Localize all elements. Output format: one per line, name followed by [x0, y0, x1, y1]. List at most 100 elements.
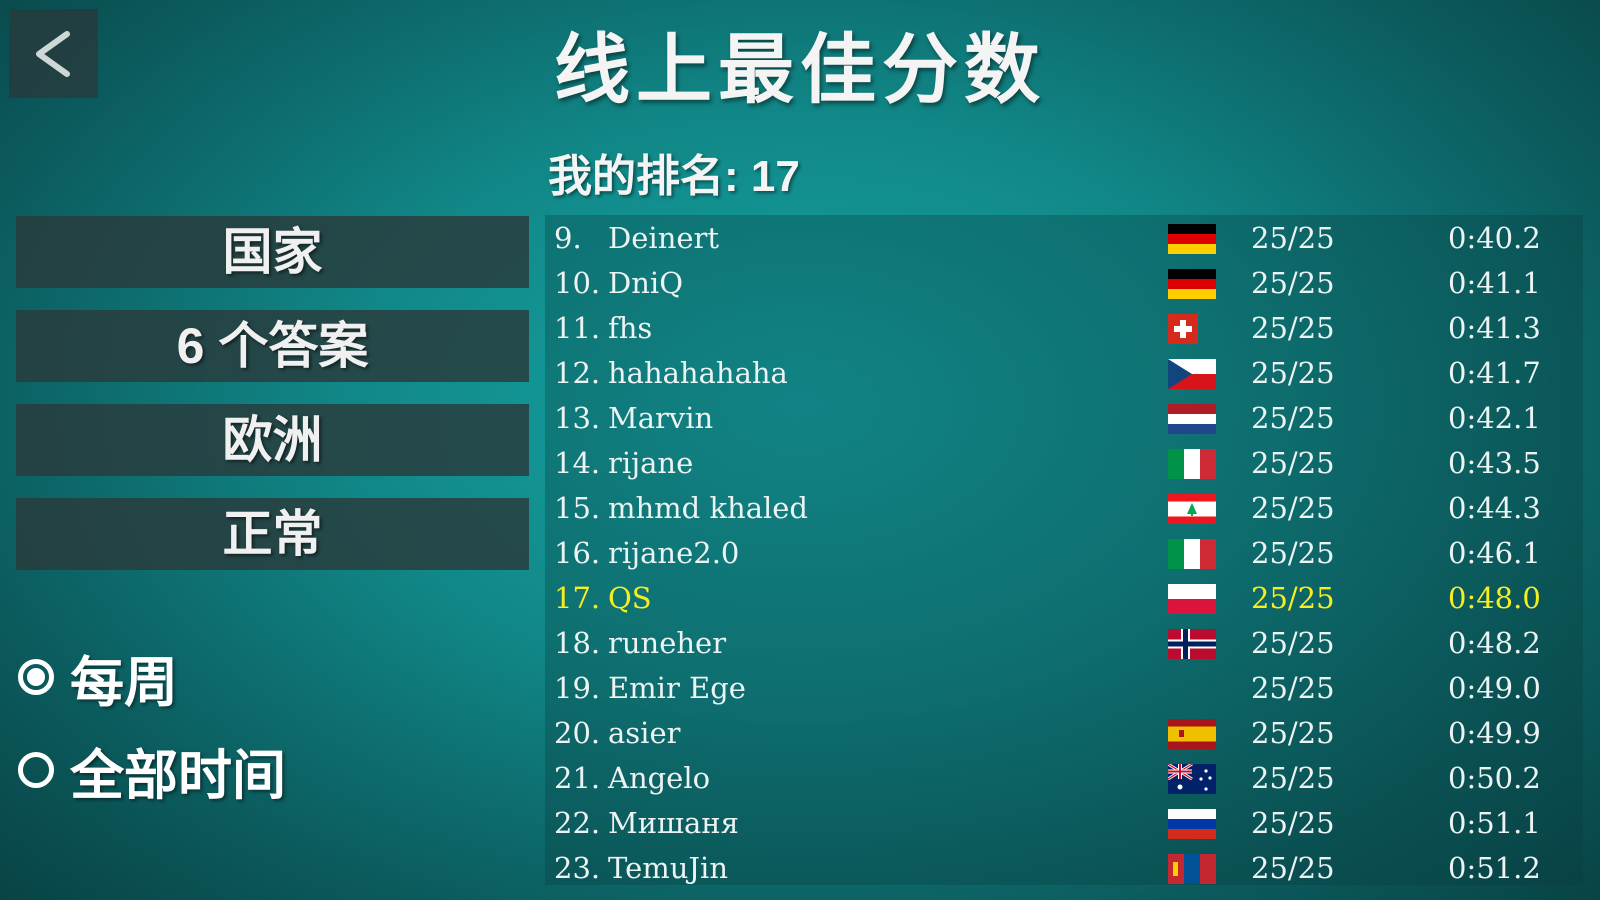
leaderboard-row: 21. Angelo 25/25 0:50.2 [545, 755, 1583, 800]
row-time: 0:44.3 [1448, 491, 1541, 525]
row-rank: 14. [554, 446, 601, 480]
italy-flag-icon [1168, 449, 1216, 479]
leaderboard-row: 17. QS 25/25 0:48.0 [545, 575, 1583, 620]
australia-flag-icon [1168, 764, 1216, 794]
leaderboard-row: 16. rijane2.0 25/25 0:46.1 [545, 530, 1583, 575]
row-score: 25/25 [1251, 221, 1335, 255]
leaderboard-row: 20. asier 25/25 0:49.9 [545, 710, 1583, 755]
row-player-name: fhs [608, 311, 653, 345]
my-rank-label: 我的排名: [548, 152, 739, 201]
row-score: 25/25 [1251, 626, 1335, 660]
row-score: 25/25 [1251, 356, 1335, 390]
row-rank: 13. [554, 401, 601, 435]
netherlands-flag-icon [1168, 404, 1216, 434]
row-time: 0:41.1 [1448, 266, 1541, 300]
leaderboard-row: 13. Marvin 25/25 0:42.1 [545, 395, 1583, 440]
row-player-name: rijane2.0 [608, 536, 740, 570]
row-time: 0:40.2 [1448, 221, 1541, 255]
row-time: 0:41.7 [1448, 356, 1541, 390]
leaderboard-row: 12. hahahahaha 25/25 0:41.7 [545, 350, 1583, 395]
leaderboard-row: 18. runeher 25/25 0:48.2 [545, 620, 1583, 665]
row-score: 25/25 [1251, 266, 1335, 300]
leaderboard-row: 14. rijane 25/25 0:43.5 [545, 440, 1583, 485]
radio-unselected-icon [18, 752, 54, 788]
row-score: 25/25 [1251, 311, 1335, 345]
row-rank: 16. [554, 536, 601, 570]
row-score: 25/25 [1251, 446, 1335, 480]
row-time: 0:43.5 [1448, 446, 1541, 480]
row-score: 25/25 [1251, 491, 1335, 525]
row-player-name: DniQ [608, 266, 683, 300]
lebanon-flag-icon [1168, 494, 1216, 524]
row-player-name: runeher [608, 626, 727, 660]
row-time: 0:46.1 [1448, 536, 1541, 570]
filter-region-button[interactable]: 欧洲 [16, 404, 529, 476]
radio-all-time-label: 全部时间 [70, 745, 286, 806]
row-player-name: mhmd khaled [608, 491, 808, 525]
row-time: 0:48.2 [1448, 626, 1541, 660]
row-time: 0:50.2 [1448, 761, 1541, 795]
leaderboard-row: 22. Мишаня 25/25 0:51.1 [545, 800, 1583, 845]
my-rank-value: 17 [750, 152, 800, 201]
row-rank: 20. [554, 716, 601, 750]
radio-weekly-label: 每周 [70, 652, 178, 713]
row-time: 0:41.3 [1448, 311, 1541, 345]
row-player-name: hahahahaha [608, 356, 788, 390]
leaderboard-row: 15. mhmd khaled 25/25 0:44.3 [545, 485, 1583, 530]
radio-all-time[interactable]: 全部时间 [18, 738, 286, 806]
row-player-name: rijane [608, 446, 694, 480]
row-player-name: Angelo [608, 761, 711, 795]
leaderboard-row: 9. Deinert 25/25 0:40.2 [545, 215, 1583, 260]
row-rank: 9. [554, 221, 582, 255]
row-score: 25/25 [1251, 761, 1335, 795]
row-rank: 15. [554, 491, 601, 525]
russia-flag-icon [1168, 809, 1216, 839]
row-rank: 12. [554, 356, 601, 390]
row-rank: 11. [554, 311, 601, 345]
row-player-name: TemuJin [608, 851, 729, 885]
filter-answers-button[interactable]: 6 个答案 [16, 310, 529, 382]
row-time: 0:48.0 [1448, 581, 1541, 615]
leaderboard-row: 11. fhs 25/25 0:41.3 [545, 305, 1583, 350]
row-score: 25/25 [1251, 671, 1335, 705]
row-rank: 17. [554, 581, 601, 615]
row-player-name: asier [608, 716, 681, 750]
row-rank: 18. [554, 626, 601, 660]
mongolia-flag-icon [1168, 854, 1216, 884]
row-score: 25/25 [1251, 536, 1335, 570]
row-time: 0:49.9 [1448, 716, 1541, 750]
filter-difficulty-button[interactable]: 正常 [16, 498, 529, 570]
row-rank: 21. [554, 761, 601, 795]
row-time: 0:42.1 [1448, 401, 1541, 435]
radio-weekly[interactable]: 每周 [18, 645, 178, 713]
leaderboard-list[interactable]: 9. Deinert 25/25 0:40.2 10. DniQ 25/25 0:41.1 11… [545, 215, 1583, 885]
row-score: 25/25 [1251, 401, 1335, 435]
row-score: 25/25 [1251, 581, 1335, 615]
spain-flag-icon [1168, 719, 1216, 749]
norway-flag-icon [1168, 629, 1216, 659]
row-time: 0:51.1 [1448, 806, 1541, 840]
czechia-flag-icon [1168, 359, 1216, 389]
my-rank: 我的排名: 17 [548, 140, 800, 204]
row-time: 0:49.0 [1448, 671, 1541, 705]
row-player-name: Мишаня [608, 806, 739, 840]
switzerland-flag-icon [1168, 314, 1198, 344]
filter-country-button[interactable]: 国家 [16, 216, 529, 288]
leaderboard-row: 19. Emir Ege 25/25 0:49.0 [545, 665, 1583, 710]
row-player-name: QS [608, 581, 652, 615]
leaderboard-row: 23. TemuJin 25/25 0:51.2 [545, 845, 1583, 885]
row-score: 25/25 [1251, 716, 1335, 750]
germany-flag-icon [1168, 224, 1216, 254]
row-time: 0:51.2 [1448, 851, 1541, 885]
italy-flag-icon [1168, 539, 1216, 569]
radio-selected-icon [18, 659, 54, 695]
row-score: 25/25 [1251, 851, 1335, 885]
germany-flag-icon [1168, 269, 1216, 299]
row-rank: 22. [554, 806, 601, 840]
row-rank: 19. [554, 671, 601, 705]
leaderboard-row: 10. DniQ 25/25 0:41.1 [545, 260, 1583, 305]
poland-flag-icon [1168, 584, 1216, 614]
row-player-name: Deinert [608, 221, 720, 255]
row-player-name: Emir Ege [608, 671, 746, 705]
row-rank: 23. [554, 851, 601, 885]
